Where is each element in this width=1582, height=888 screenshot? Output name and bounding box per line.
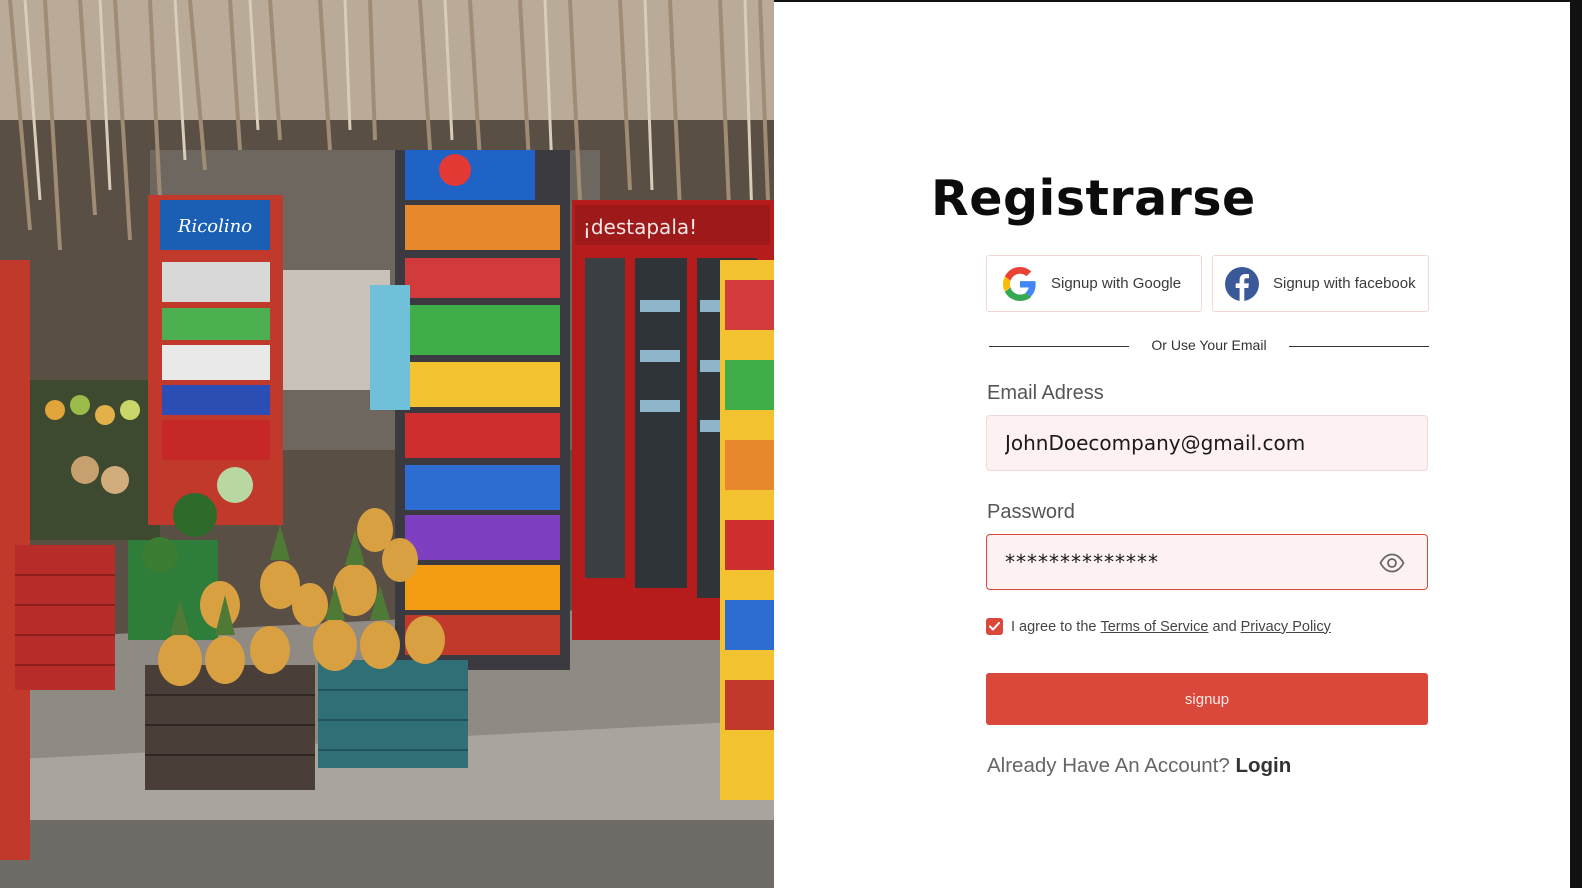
email-field-container [986, 415, 1428, 471]
agree-and-text: and [1212, 618, 1237, 635]
facebook-logo-icon [1225, 266, 1259, 301]
signup-button[interactable]: signup [986, 673, 1428, 725]
email-field[interactable] [1005, 431, 1365, 455]
svg-text:Ricolino: Ricolino [177, 216, 252, 237]
login-link[interactable]: Login [1235, 754, 1291, 777]
eye-icon[interactable] [1379, 551, 1405, 575]
password-field[interactable] [1005, 550, 1365, 574]
login-prompt: Already Have An Account? Login [987, 754, 1291, 778]
agree-checkbox[interactable] [986, 618, 1003, 635]
terms-agreement: I agree to the Terms of Service and Priv… [986, 618, 1331, 635]
email-label: Email Adress [987, 382, 1104, 404]
divider-line-right [1289, 346, 1429, 347]
signup-google-label: Signup with Google [1051, 275, 1182, 292]
privacy-policy-link[interactable]: Privacy Policy [1241, 619, 1331, 635]
agree-prefix-text: I agree to the [1011, 618, 1097, 635]
signup-google-button[interactable]: Signup with Google [986, 255, 1202, 312]
signup-facebook-button[interactable]: Signup with facebook [1212, 255, 1429, 312]
page-title: Registrarse [931, 170, 1256, 227]
storefront-photo: Ricolino ¡destapala! [0, 0, 774, 888]
divider-text: Or Use Your Email [1151, 337, 1267, 353]
password-label: Password [987, 501, 1075, 523]
signup-facebook-label: Signup with facebook [1273, 275, 1416, 292]
svg-text:¡destapala!: ¡destapala! [583, 215, 697, 239]
terms-of-service-link[interactable]: Terms of Service [1100, 619, 1208, 635]
login-prompt-text: Already Have An Account? [987, 754, 1230, 777]
password-field-container [986, 534, 1428, 590]
check-icon [989, 622, 1000, 631]
or-divider: Or Use Your Email [989, 335, 1429, 357]
google-logo-icon [1003, 266, 1036, 301]
